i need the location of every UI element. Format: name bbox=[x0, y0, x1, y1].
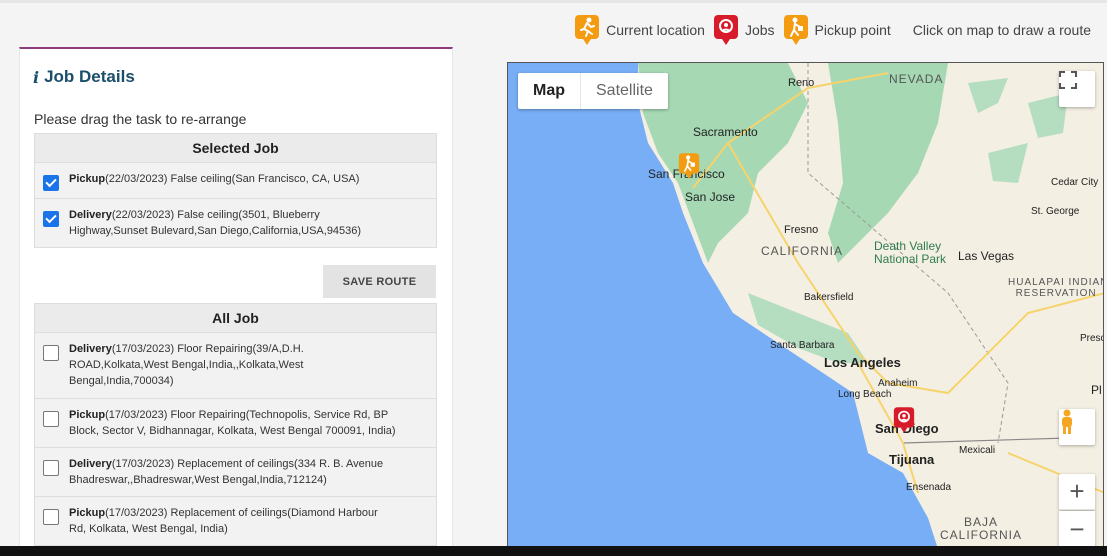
save-route-button[interactable]: SAVE ROUTE bbox=[323, 265, 436, 298]
pegman-icon bbox=[1062, 409, 1072, 434]
job-marker-san-diego[interactable] bbox=[893, 406, 915, 434]
all-job-row[interactable]: Delivery(17/03/2023) Floor Repairing(39/… bbox=[34, 333, 437, 399]
legend-current-location: Current location bbox=[574, 14, 705, 46]
street-view-pegman[interactable] bbox=[1059, 409, 1095, 445]
map-type-control: Map Satellite bbox=[518, 73, 668, 109]
fullscreen-button[interactable] bbox=[1059, 71, 1095, 107]
job-text: Delivery(17/03/2023) Replacement of ceil… bbox=[69, 458, 384, 486]
map-label-tijuana: Tijuana bbox=[889, 452, 935, 467]
map-label-bakersfield: Bakersfield bbox=[804, 292, 854, 303]
map-label-reno: Reno bbox=[788, 77, 815, 89]
job-checkbox[interactable] bbox=[43, 460, 59, 476]
panel-title-text: Job Details bbox=[44, 67, 135, 86]
map-type-satellite-button[interactable]: Satellite bbox=[581, 73, 668, 109]
zoom-in-button[interactable]: + bbox=[1059, 474, 1095, 510]
map-label-cedar-city: Cedar City bbox=[1051, 177, 1099, 188]
job-checkbox[interactable] bbox=[43, 211, 59, 227]
map-label-ensenada: Ensenada bbox=[906, 482, 952, 493]
route-map[interactable]: Map Satellite + − Reno NEVADA Sacramento… bbox=[507, 62, 1104, 548]
selected-job-header: Selected Job bbox=[34, 133, 437, 163]
map-label-los-angeles: Los Angeles bbox=[824, 355, 901, 370]
legend-pickup-point-label: Pickup point bbox=[814, 22, 891, 38]
map-label-long-beach: Long Beach bbox=[838, 389, 892, 400]
map-type-map-button[interactable]: Map bbox=[518, 73, 581, 109]
selected-job-row[interactable]: Delivery(22/03/2023) False ceiling(3501,… bbox=[34, 199, 437, 248]
job-text: Pickup(17/03/2023) Replacement of ceilin… bbox=[69, 507, 378, 535]
map-label-mexicali: Mexicali bbox=[959, 445, 996, 456]
panel-title: i Job Details bbox=[33, 67, 135, 87]
all-job-row[interactable]: Delivery(17/03/2023) Replacement of ceil… bbox=[34, 448, 437, 497]
job-checkbox[interactable] bbox=[43, 411, 59, 427]
job-text: Pickup(17/03/2023) Floor Repairing(Techn… bbox=[69, 409, 396, 437]
drag-instructions: Please drag the task to re-arrange bbox=[34, 111, 247, 127]
top-divider bbox=[0, 0, 1107, 3]
bottom-bar bbox=[0, 546, 1107, 556]
info-icon: i bbox=[33, 67, 40, 87]
job-checkbox[interactable] bbox=[43, 509, 59, 525]
route-hint: Click on map to draw a route bbox=[912, 22, 1091, 38]
job-marker-icon bbox=[713, 15, 738, 45]
map-label-anaheim: Anaheim bbox=[878, 378, 918, 389]
legend-jobs: Jobs bbox=[713, 14, 775, 46]
map-label-las-vegas: Las Vegas bbox=[958, 249, 1015, 263]
all-job-row[interactable]: Pickup(17/03/2023) Replacement of ceilin… bbox=[34, 497, 437, 546]
job-text: Pickup(22/03/2023) False ceiling(San Fra… bbox=[69, 173, 360, 185]
fullscreen-icon bbox=[1059, 71, 1077, 89]
map-label-hualapai: HUALAPAI INDIAN RESERVATION bbox=[1008, 277, 1104, 299]
map-label-california: CALIFORNIA bbox=[761, 244, 844, 258]
selected-job-row[interactable]: Pickup(22/03/2023) False ceiling(San Fra… bbox=[34, 163, 437, 199]
job-details-panel: i Job Details Please drag the task to re… bbox=[19, 47, 453, 552]
map-label-baja-california: BAJA CALIFORNIA bbox=[940, 515, 1023, 542]
runner-marker-icon bbox=[575, 15, 600, 45]
job-text: Delivery(17/03/2023) Floor Repairing(39/… bbox=[69, 343, 304, 387]
map-label-fresno: Fresno bbox=[784, 224, 819, 236]
map-label-phoenix: Pl bbox=[1091, 383, 1102, 397]
job-checkbox[interactable] bbox=[43, 345, 59, 361]
map-label-santa-barbara: Santa Barbara bbox=[770, 340, 835, 351]
map-label-sacramento: Sacramento bbox=[693, 125, 758, 139]
job-text: Delivery(22/03/2023) False ceiling(3501,… bbox=[69, 209, 362, 237]
legend-current-location-label: Current location bbox=[606, 22, 705, 38]
map-label-san-jose: San Jose bbox=[685, 190, 736, 204]
legend-jobs-label: Jobs bbox=[744, 22, 775, 38]
zoom-out-button[interactable]: − bbox=[1059, 511, 1095, 547]
map-label-death-valley: Death Valley National Park bbox=[874, 239, 947, 266]
pickup-marker-icon bbox=[783, 15, 808, 45]
pickup-marker-san-francisco[interactable] bbox=[678, 152, 700, 180]
map-label-nevada: NEVADA bbox=[889, 72, 944, 86]
job-checkbox[interactable] bbox=[43, 175, 59, 191]
map-legend: Current location Jobs Pickup point Click… bbox=[566, 12, 1091, 48]
legend-pickup-point: Pickup point bbox=[783, 14, 891, 46]
map-canvas[interactable] bbox=[508, 63, 1104, 548]
all-job-row[interactable]: Pickup(17/03/2023) Floor Repairing(Techn… bbox=[34, 399, 437, 448]
map-label-st-george: St. George bbox=[1031, 206, 1080, 217]
map-label-prescott: Presc bbox=[1080, 333, 1104, 344]
all-job-header: All Job bbox=[34, 303, 437, 333]
